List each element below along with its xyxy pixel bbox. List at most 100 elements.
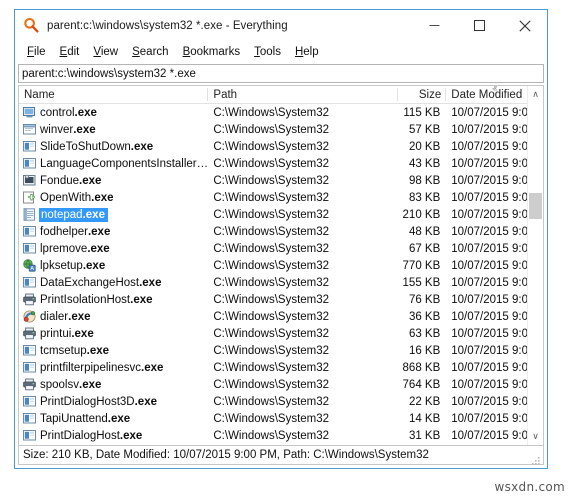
- file-name-label: PrintIsolationHost.exe: [40, 293, 153, 306]
- scroll-down-arrow-icon[interactable]: ∨: [528, 428, 543, 445]
- table-row[interactable]: winver.exe C:\Windows\System32 57 KB 10/07/…: [19, 121, 543, 138]
- cell-size: 76 KB: [408, 293, 441, 306]
- file-name-label: TapiUnattend.exe: [40, 412, 131, 425]
- menu-view[interactable]: View: [86, 44, 125, 60]
- file-extension-label: .exe: [82, 208, 105, 221]
- cell-name: PrintDialogHost.exe: [19, 427, 208, 444]
- file-extension-label: .exe: [86, 344, 110, 357]
- status-bar: Size: 210 KB, Date Modified: 10/07/2015 …: [18, 445, 544, 465]
- cell-size: 36 KB: [408, 310, 441, 323]
- file-extension-label: .exe: [79, 378, 102, 391]
- cell-path: C:\Windows\System32: [213, 327, 330, 340]
- file-name-label: OpenWith.exe: [40, 191, 114, 204]
- table-row[interactable]: PrintIsolationHost.exe C:\Windows\System3…: [19, 291, 543, 308]
- close-button[interactable]: [502, 10, 547, 41]
- cell-path: C:\Windows\System32: [213, 140, 330, 153]
- table-row[interactable]: DataExchangeHost.exe C:\Windows\System32 1…: [19, 274, 543, 291]
- menu-tools[interactable]: Tools: [247, 44, 288, 60]
- menu-bar: File Edit View Search Bookmarks Tools He…: [15, 41, 547, 63]
- table-row[interactable]: fodhelper.exe C:\Windows\System32 48 KB 10/…: [19, 223, 543, 240]
- file-name-label: lpksetup.exe: [40, 259, 106, 272]
- table-row[interactable]: PrintDialogHost3D.exe C:\Windows\System32…: [19, 393, 543, 410]
- column-header-row: Name Path Size ⱏ Date Modified: [19, 86, 543, 104]
- file-extension-label: .exe: [74, 106, 97, 119]
- table-row[interactable]: Alpksetup.exe C:\Windows\System32 770 KB 10…: [19, 257, 543, 274]
- generic-app-icon: [23, 344, 36, 357]
- cell-name: Fondue.exe: [19, 172, 208, 189]
- cell-size: 764 KB: [402, 378, 441, 391]
- everything-window: parent:c:\windows\system32 *.exe - Every…: [14, 9, 548, 469]
- file-extension-label: .exe: [71, 327, 94, 340]
- table-row[interactable]: dialer.exe C:\Windows\System32 36 KB 10/07/…: [19, 308, 543, 325]
- notepad-icon: [23, 208, 36, 221]
- magnifier-icon: [23, 17, 40, 34]
- table-row[interactable]: PrintDialogHost.exe C:\Windows\System32 31…: [19, 427, 543, 444]
- menu-edit-label: dit: [67, 46, 80, 58]
- column-header-path-label: Path: [213, 88, 238, 101]
- file-name-label: Fondue.exe: [40, 174, 102, 187]
- file-extension-label: .exe: [68, 310, 91, 323]
- search-input[interactable]: parent:c:\windows\system32 *.exe: [18, 64, 544, 83]
- maximize-button[interactable]: [457, 10, 502, 41]
- cell-path: C:\Windows\System32: [213, 123, 330, 136]
- cell-size: 22 KB: [408, 395, 441, 408]
- cell-path: C:\Windows\System32: [213, 429, 330, 442]
- column-header-name[interactable]: Name: [19, 86, 209, 103]
- cell-path: C:\Windows\System32: [213, 106, 330, 119]
- cell-name: notepad.exe: [19, 206, 208, 223]
- table-row[interactable]: spoolsv.exe C:\Windows\System32 764 KB 10/0…: [19, 376, 543, 393]
- file-name-label: SlideToShutDown.exe: [40, 140, 154, 153]
- menu-file-label: ile: [34, 46, 46, 58]
- table-row[interactable]: LanguageComponentsInstallerComH... C:\Win…: [19, 155, 543, 172]
- title-bar: parent:c:\windows\system32 *.exe - Every…: [15, 10, 547, 41]
- file-extension-label: .exe: [82, 259, 106, 272]
- table-row[interactable]: notepad.exe C:\Windows\System32 210 KB 10/0…: [19, 206, 543, 223]
- menu-view-label: iew: [100, 46, 119, 58]
- vertical-scrollbar[interactable]: ∧ ∨: [527, 86, 543, 445]
- cell-name: printfilterpipelinesvc.exe: [19, 359, 208, 376]
- table-row[interactable]: printui.exe C:\Windows\System32 63 KB 10/07…: [19, 325, 543, 342]
- column-header-size[interactable]: Size: [398, 86, 447, 103]
- file-name-label: dialer.exe: [40, 310, 91, 323]
- generic-app-icon: [23, 242, 36, 255]
- scrollbar-track[interactable]: [528, 103, 543, 428]
- menu-edit[interactable]: Edit: [53, 44, 87, 60]
- file-extension-label: .exe: [87, 242, 110, 255]
- search-input-value: parent:c:\windows\system32 *.exe: [22, 67, 196, 80]
- cell-name: SlideToShutDown.exe: [19, 138, 208, 155]
- cell-name: PrintIsolationHost.exe: [19, 291, 208, 308]
- table-row[interactable]: printfilterpipelinesvc.exe C:\Windows\Sys…: [19, 359, 543, 376]
- cell-name: DataExchangeHost.exe: [19, 274, 208, 291]
- file-extension-label: .exe: [79, 174, 102, 187]
- cell-size: 31 KB: [408, 429, 441, 442]
- table-row[interactable]: Fondue.exe C:\Windows\System32 98 KB 10/07/…: [19, 172, 543, 189]
- scroll-up-arrow-icon[interactable]: ∧: [528, 86, 543, 103]
- file-extension-label: .exe: [130, 293, 153, 306]
- cell-path: C:\Windows\System32: [213, 259, 330, 272]
- menu-bookmarks[interactable]: Bookmarks: [176, 44, 248, 60]
- menu-file[interactable]: File: [20, 44, 53, 60]
- scrollbar-thumb[interactable]: [529, 193, 542, 219]
- table-row[interactable]: OpenWith.exe C:\Windows\System32 83 KB 10/0…: [19, 189, 543, 206]
- file-name-label: winver.exe: [40, 123, 96, 136]
- cell-path: C:\Windows\System32: [213, 344, 330, 357]
- table-row[interactable]: tcmsetup.exe C:\Windows\System32 16 KB 10/0…: [19, 342, 543, 359]
- table-row[interactable]: TapiUnattend.exe C:\Windows\System32 14 KB…: [19, 410, 543, 427]
- table-row[interactable]: lpremove.exe C:\Windows\System32 67 KB 10/0…: [19, 240, 543, 257]
- cell-size: 57 KB: [408, 123, 441, 136]
- table-row[interactable]: SlideToShutDown.exe C:\Windows\System32 20…: [19, 138, 543, 155]
- cell-size: 63 KB: [408, 327, 441, 340]
- column-header-size-label: Size: [418, 88, 442, 101]
- cell-name: winver.exe: [19, 121, 208, 138]
- table-row[interactable]: control.exe C:\Windows\System32 115 KB 10/0…: [19, 104, 543, 121]
- menu-help[interactable]: Help: [288, 44, 326, 60]
- minimize-button[interactable]: [412, 10, 457, 41]
- column-header-path[interactable]: Path: [208, 86, 399, 103]
- menu-search[interactable]: Search: [125, 44, 175, 60]
- resize-grip-icon[interactable]: [531, 453, 541, 465]
- menu-view-mnemonic: V: [93, 46, 101, 58]
- file-name-label: LanguageComponentsInstallerComH...: [40, 157, 208, 170]
- generic-app-icon: [23, 412, 36, 425]
- cell-size: 48 KB: [408, 225, 441, 238]
- cell-path: C:\Windows\System32: [213, 276, 330, 289]
